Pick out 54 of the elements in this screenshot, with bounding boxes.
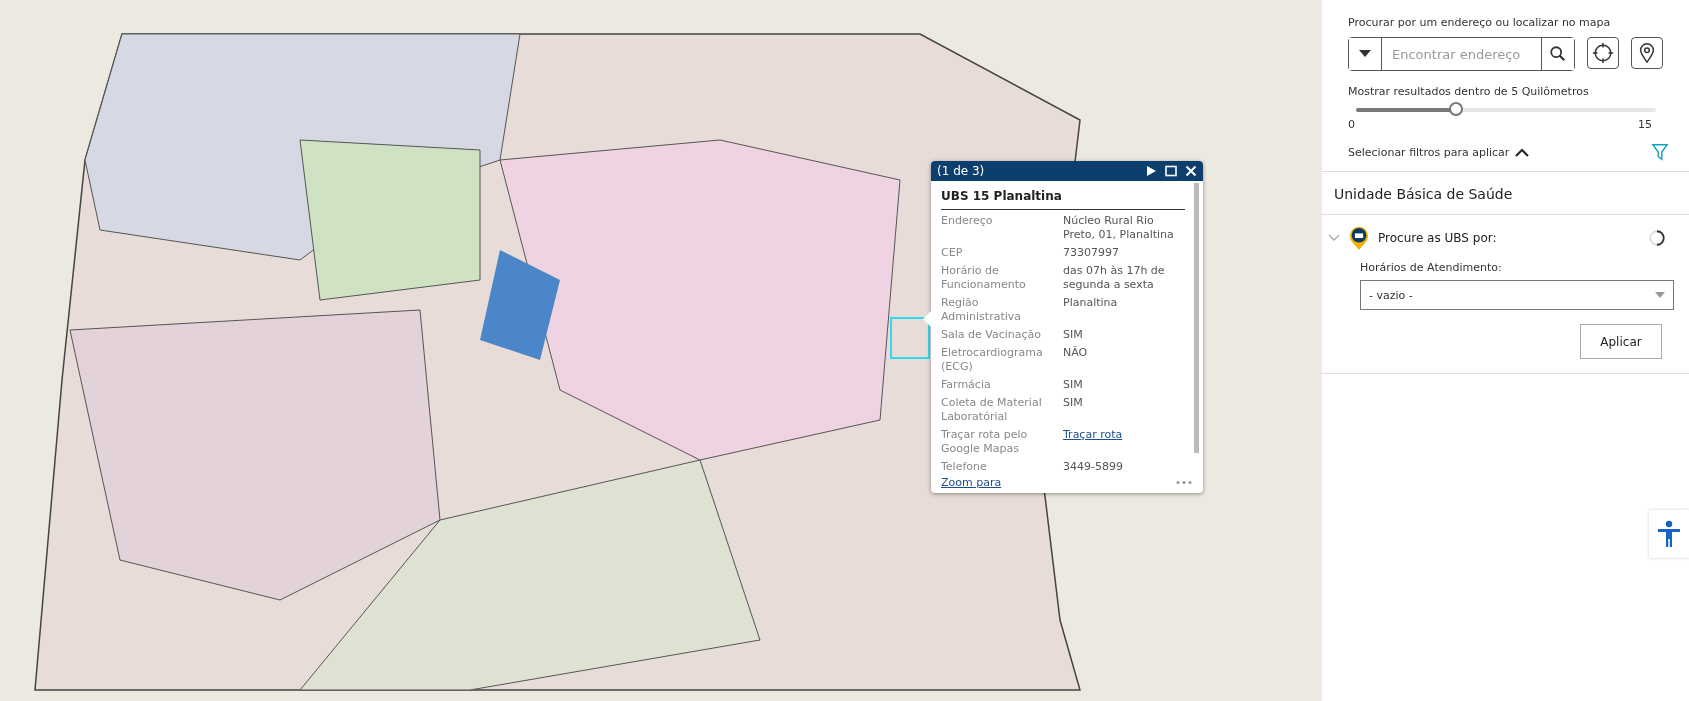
attribute-value: 73307997 — [1063, 246, 1120, 260]
scrollbar[interactable] — [1194, 183, 1199, 453]
attribute-value: NÃO — [1063, 346, 1089, 361]
caret-icon — [1359, 50, 1371, 58]
locate-button[interactable] — [1587, 37, 1619, 69]
attribute-value: SIM — [1063, 328, 1084, 342]
apply-button[interactable]: Aplicar — [1580, 324, 1662, 359]
attribute-value: SIM — [1063, 396, 1084, 411]
attribute-label: Coleta de Material Laboratórial — [941, 396, 1043, 424]
dropdown-button[interactable] — [1349, 38, 1382, 70]
search-heading: Procurar por um endereço ou localizar no mapa — [1348, 16, 1612, 29]
toggle-icon[interactable] — [1648, 229, 1666, 247]
route-link[interactable]: Traçar rota — [1063, 428, 1185, 456]
pin-button[interactable] — [1631, 37, 1663, 69]
attribute-label: Telefone — [941, 460, 988, 474]
filter-title: Procure as UBS por: — [1378, 231, 1498, 245]
layer-title: Unidade Básica de Saúde — [1322, 172, 1689, 215]
filters-toggle[interactable]: Selecionar filtros para aplicar — [1348, 145, 1510, 159]
attribute-label: Eletrocardiograma (ECG) — [941, 346, 1044, 374]
attribute-value: Núcleo Rural Rio Preto, 01, Planaltina — [1063, 214, 1175, 242]
search-button[interactable] — [1541, 38, 1574, 70]
caret-icon — [1655, 292, 1665, 298]
attribute-value: 3449-5899 — [1063, 460, 1124, 474]
crosshair-icon — [1592, 42, 1614, 64]
attribute-label: Região Administrativa — [941, 296, 1023, 324]
filter-icon[interactable] — [1651, 143, 1669, 161]
attribute-label: Sala de Vacinação — [941, 328, 1042, 342]
close-icon[interactable] — [1185, 165, 1197, 177]
radius-label: Mostrar resultados dentro de 5 Quilômetros — [1348, 85, 1590, 98]
attribute-label: Farmácia — [941, 378, 992, 392]
search-box[interactable]: Encontrar endereço — [1348, 37, 1575, 71]
search-icon — [1549, 45, 1567, 63]
popup-counter: (1 de 3) — [937, 164, 986, 178]
chevron-icon[interactable] — [1515, 147, 1530, 157]
clinic-pin-icon — [1348, 225, 1370, 251]
slider-min: 0 — [1348, 118, 1355, 131]
slider-thumb[interactable] — [1448, 102, 1463, 116]
hours-select[interactable]: - vazio - — [1360, 280, 1674, 310]
next-icon[interactable] — [1145, 165, 1157, 177]
maximize-icon[interactable] — [1165, 165, 1177, 177]
more-icon[interactable] — [1175, 480, 1193, 485]
field-label: Horários de Atendimento: — [1360, 261, 1503, 274]
accessibility-button[interactable] — [1649, 510, 1689, 558]
attribute-value: das 07h às 17h de segunda a sexta — [1063, 264, 1166, 292]
attribute-value: Planaltina — [1063, 296, 1119, 311]
attribute-label: CEP — [941, 246, 964, 260]
popup-title: UBS 15 Planaltina — [941, 189, 1185, 210]
attribute-label: Horário de Funcionamento — [941, 264, 1027, 292]
attribute-value: SIM — [1063, 378, 1084, 392]
attribute-label: Traçar rota pelo Google Mapas — [941, 428, 1029, 456]
attribute-label: Endereço — [941, 214, 994, 229]
accessibility-icon — [1657, 520, 1681, 548]
slider-max: 15 — [1638, 118, 1652, 131]
zoom-link[interactable]: Zoom para — [941, 476, 1002, 489]
